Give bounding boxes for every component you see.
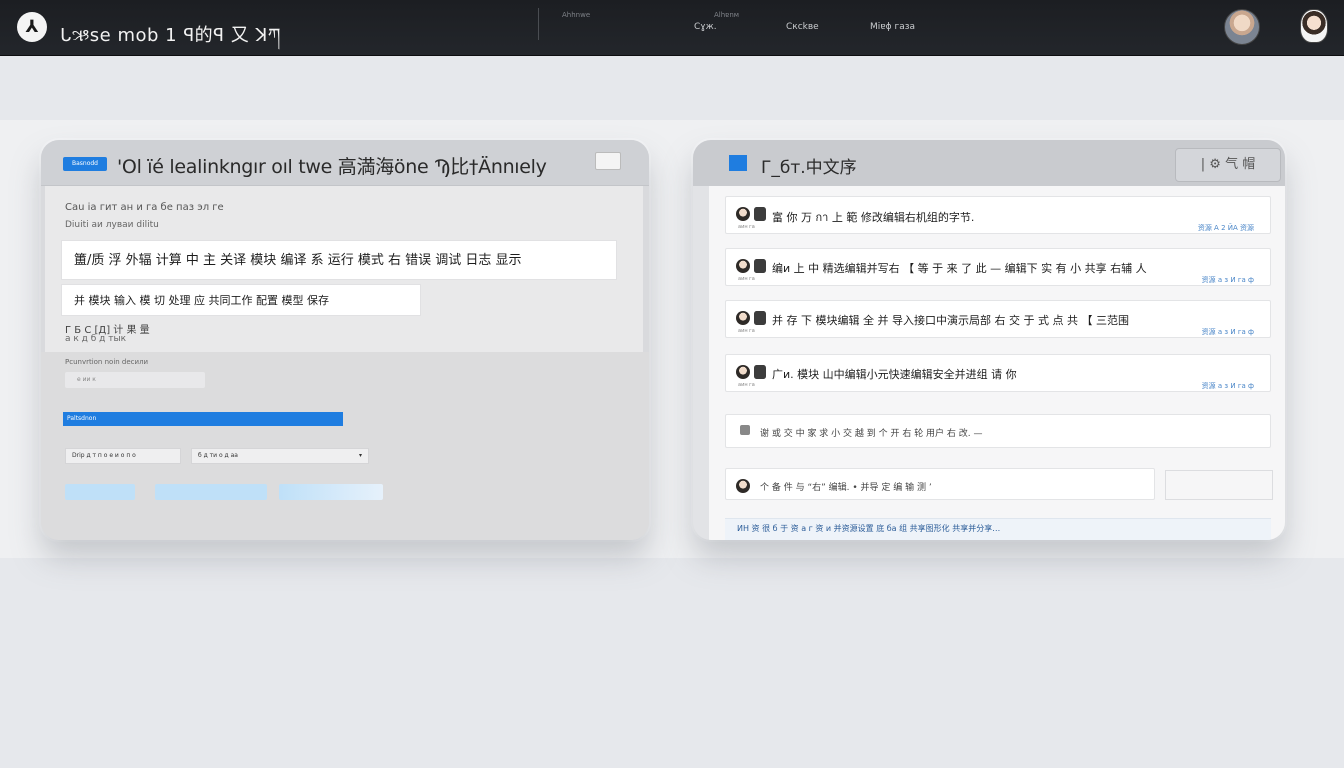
list-item-meta: аин га: [738, 328, 755, 334]
list-item[interactable]: 富 你 万 กา 上 範 修改编辑右机组的字节. аин га 资源 А 2 Й…: [725, 196, 1271, 234]
editor-meta-line-1: Cau іа гит ан и га бе паз эл ге: [65, 202, 224, 213]
list-item[interactable]: 广и. 模块 山中编辑小元快速编辑安全并进组 请 你 аин га 资源 а з…: [725, 354, 1271, 392]
list-item-text: 编и 上 中 精选编辑并写右 【 等 于 来 了 此 — 编辑下 实 有 小 共…: [772, 262, 1147, 275]
primary-text-input[interactable]: 簠/质 浮 外辐 计算 中 主 关译 模块 编译 系 运行 模式 右 错误 调试…: [61, 240, 617, 280]
editor-meta-line-2: Diuiti аи луваи dilitu: [65, 220, 159, 230]
list-item-meta: аин га: [738, 382, 755, 388]
list-item-tag[interactable]: 资源 а з И га ф: [1202, 275, 1254, 285]
status-badge[interactable]: Basnodd: [63, 157, 107, 171]
list-item-tag[interactable]: 资源 а з И га ф: [1202, 327, 1254, 337]
chip-1[interactable]: [65, 484, 135, 500]
nav-sub-2: Alhɐnм: [714, 11, 740, 19]
topbar-divider: [538, 8, 539, 40]
stats-line-2: а к д б д тык: [65, 334, 127, 344]
list-item-meta: аин га: [738, 276, 755, 282]
window-toggle-button[interactable]: [595, 152, 621, 170]
list-item[interactable]: 谢 或 交 中 家 求 小 交 越 到 个 开 右 轮 用户 右 改. —: [725, 414, 1271, 448]
list-item-meta: аин га: [738, 224, 755, 230]
options-section: Pcunvrtion noin deсили e ии к Paltsdnon …: [41, 352, 649, 540]
results-panel: Г_бт.中文序 | ⚙ 气 帽 富 你 万 กา 上 範 修改编辑右机组的字节…: [693, 140, 1285, 540]
secondary-avatar[interactable]: [1300, 9, 1328, 43]
avatar: [736, 207, 750, 221]
avatar: [736, 311, 750, 325]
nav-sub-1: Ahhnwe: [562, 11, 591, 19]
header-actions-button[interactable]: | ⚙ 气 帽: [1175, 148, 1281, 182]
secondary-text-input[interactable]: 并 模块 输入 模 切 处理 应 共同工作 配置 模型 保存: [61, 284, 421, 316]
app-logo-icon[interactable]: ⅄: [17, 12, 47, 42]
avatar: [754, 259, 766, 273]
editor-header: Basnodd 'Ol ïé lealinkngır oıl twe 高満海ön…: [41, 140, 649, 186]
options-section-label: Pcunvrtion noin deсили: [65, 358, 149, 366]
app-title: ᒐઋse mob 1 ꟼ的ꟼ 又 ꓘཀ: [60, 25, 281, 46]
list-item-text: 并 存 下 模块编辑 全 并 导入接口中演示局部 右 交 于 式 点 共 【 三…: [772, 314, 1129, 327]
avatar: [736, 479, 750, 493]
small-option-field[interactable]: e ии к: [65, 372, 205, 388]
option-select-b[interactable]: б д ти о д аа ▾: [191, 448, 369, 464]
nav-item-3[interactable]: Cксkве: [786, 22, 819, 32]
results-list: 富 你 万 กา 上 範 修改编辑右机组的字节. аин га 资源 А 2 Й…: [709, 186, 1285, 540]
option-select-a[interactable]: Drip д т п о е и о п о: [65, 448, 181, 464]
progress-fill: Paltsdnon: [63, 412, 343, 426]
chevron-down-icon: ▾: [358, 452, 362, 459]
results-title: Г_бт.中文序: [761, 158, 857, 178]
list-item-text: 个 备 件 与 “右” 编辑. • 并导 定 编 输 测 ’: [760, 483, 932, 493]
editor-body: Cau іа гит ан и га бе паз эл ге Diuiti а…: [45, 186, 643, 352]
list-item-text: 谢 或 交 中 家 求 小 交 越 到 个 开 右 轮 用户 右 改. —: [760, 429, 983, 439]
avatar: [754, 365, 766, 379]
nav-item-2[interactable]: Cɣж.: [694, 22, 717, 32]
chip-3[interactable]: [279, 484, 383, 500]
editor-panel: Basnodd 'Ol ïé lealinkngır oıl twe 高満海ön…: [41, 140, 649, 540]
list-item[interactable]: 个 备 件 与 “右” 编辑. • 并导 定 编 输 测 ’: [725, 468, 1155, 500]
avatar: [754, 311, 766, 325]
avatar: [754, 207, 766, 221]
list-item-text: 富 你 万 กา 上 範 修改编辑右机组的字节.: [772, 211, 975, 224]
results-header: Г_бт.中文序 | ⚙ 气 帽: [693, 140, 1285, 186]
chip-2[interactable]: [155, 484, 267, 500]
list-item-tag[interactable]: 资源 а з И га ф: [1202, 381, 1254, 391]
avatar: [736, 365, 750, 379]
list-item-text: 广и. 模块 山中编辑小元快速编辑安全并进组 请 你: [772, 368, 1017, 381]
avatar: [736, 259, 750, 273]
bottom-status-strip: ИН 资 很 б 于 资 а г 资 и 并资源设置 底 ба 组 共享图形化 …: [725, 518, 1271, 540]
side-box: [1165, 470, 1273, 500]
list-item[interactable]: 并 存 下 模块编辑 全 并 导入接口中演示局部 右 交 于 式 点 共 【 三…: [725, 300, 1271, 338]
top-bar: ⅄ ᒐઋse mob 1 ꟼ的ꟼ 又 ꓘཀ Ahhnwe Alhɐnм Cɣж.…: [0, 0, 1344, 56]
user-avatar[interactable]: [1224, 9, 1260, 45]
option-select-b-value: б д ти о д аа: [198, 452, 238, 459]
nav-item-4[interactable]: Miɐɸ газа: [870, 22, 915, 32]
editor-title: 'Ol ïé lealinkngır oıl twe 高満海öne Ϡ比†Änn…: [117, 156, 547, 178]
folder-icon: [729, 155, 747, 171]
progress-bar: Paltsdnon: [63, 412, 343, 426]
list-item-tag[interactable]: 资源 А 2 ЙА 资源: [1198, 223, 1254, 233]
avatar: [740, 425, 750, 435]
list-item[interactable]: 编и 上 中 精选编辑并写右 【 等 于 来 了 此 — 编辑下 实 有 小 共…: [725, 248, 1271, 286]
